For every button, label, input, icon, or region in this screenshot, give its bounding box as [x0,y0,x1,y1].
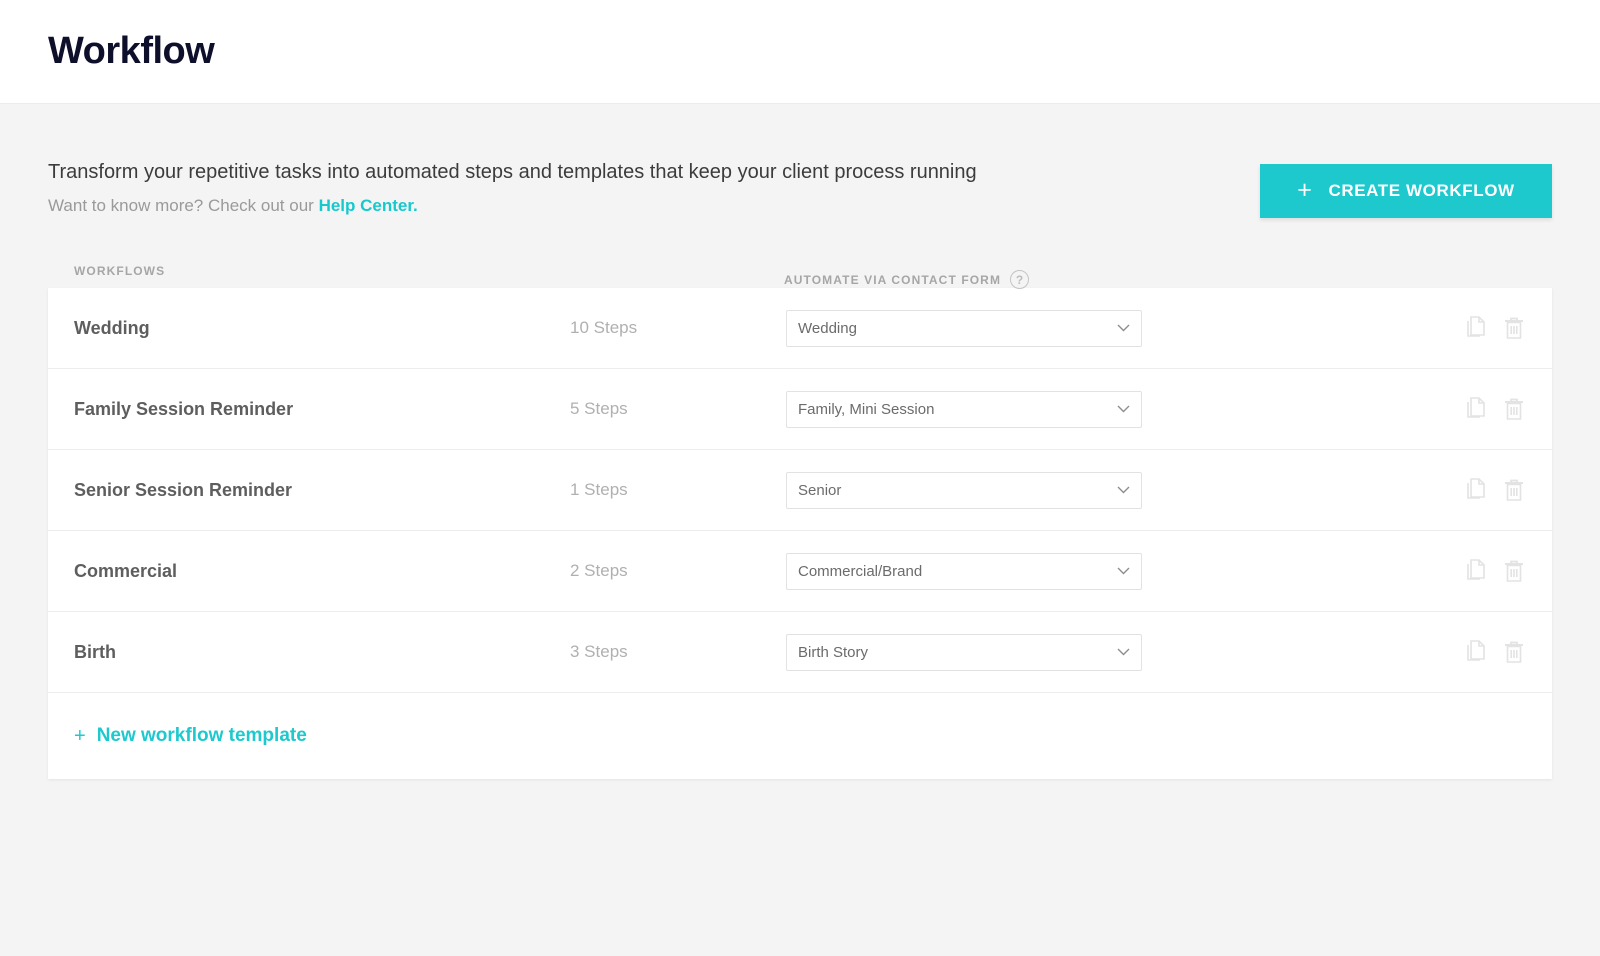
row-actions [1424,559,1524,583]
copy-icon[interactable] [1466,478,1487,502]
main-content: Transform your repetitive tasks into aut… [0,104,1600,779]
row-actions [1424,478,1524,502]
copy-icon[interactable] [1466,397,1487,421]
intro-subdescription-text: Want to know more? Check out our [48,196,319,215]
table-row[interactable]: Senior Session Reminder 1 Steps Senior [48,450,1552,531]
contact-form-select[interactable]: Commercial/Brand [786,552,1142,590]
contact-form-select-wrap: Family, Mini Session [786,390,1142,428]
workflow-steps-count: 5 Steps [570,399,628,418]
workflow-steps-count: 1 Steps [570,480,628,499]
workflows-card: Wedding 10 Steps Wedding Family Session … [48,288,1552,779]
trash-icon[interactable] [1504,640,1524,664]
column-header-automate: AUTOMATE VIA CONTACT FORM ? [784,270,1030,289]
new-template-row: + New workflow template [48,693,1552,779]
contact-form-select-wrap: Commercial/Brand [786,552,1142,590]
plus-icon: + [74,724,86,747]
table-column-headers: WORKFLOWS AUTOMATE VIA CONTACT FORM ? [48,254,1552,289]
trash-icon[interactable] [1504,316,1524,340]
table-row[interactable]: Birth 3 Steps Birth Story [48,612,1552,693]
contact-form-select[interactable]: Family, Mini Session [786,390,1142,428]
copy-icon[interactable] [1466,559,1487,583]
table-row[interactable]: Family Session Reminder 5 Steps Family, … [48,369,1552,450]
table-row[interactable]: Wedding 10 Steps Wedding [48,288,1552,369]
contact-form-select[interactable]: Senior [786,471,1142,509]
page-title: Workflow [48,30,215,72]
contact-form-cell: Commercial/Brand [786,552,1424,590]
row-actions [1424,640,1524,664]
create-workflow-button[interactable]: + CREATE WORKFLOW [1260,164,1552,218]
row-actions [1424,397,1524,421]
contact-form-cell: Senior [786,471,1424,509]
intro-text-block: Transform your repetitive tasks into aut… [48,158,977,217]
new-workflow-template-button[interactable]: + New workflow template [74,725,307,748]
intro-row: Transform your repetitive tasks into aut… [48,104,1552,218]
contact-form-select-wrap: Senior [786,471,1142,509]
contact-form-select[interactable]: Birth Story [786,633,1142,671]
trash-icon[interactable] [1504,397,1524,421]
help-center-link[interactable]: Help Center. [319,196,418,215]
intro-description: Transform your repetitive tasks into aut… [48,161,977,183]
workflow-name: Wedding [74,317,150,338]
contact-form-select[interactable]: Wedding [786,309,1142,347]
help-icon[interactable]: ? [1010,270,1030,289]
column-header-workflows: WORKFLOWS [74,264,166,278]
contact-form-cell: Family, Mini Session [786,390,1424,428]
plus-icon: + [1297,175,1313,204]
workflow-name: Commercial [74,560,178,581]
workflow-steps-count: 3 Steps [570,642,628,661]
workflow-name: Senior Session Reminder [74,479,293,500]
intro-subdescription: Want to know more? Check out our Help Ce… [48,195,977,217]
contact-form-select-wrap: Wedding [786,309,1142,347]
column-header-automate-label: AUTOMATE VIA CONTACT FORM [784,272,1002,287]
contact-form-select-wrap: Birth Story [786,633,1142,671]
create-workflow-button-label: CREATE WORKFLOW [1328,181,1515,200]
workflow-name: Birth [74,641,116,662]
row-actions [1424,316,1524,340]
copy-icon[interactable] [1466,640,1487,664]
workflow-steps-count: 10 Steps [570,318,638,337]
contact-form-cell: Wedding [786,309,1424,347]
trash-icon[interactable] [1504,559,1524,583]
contact-form-cell: Birth Story [786,633,1424,671]
table-row[interactable]: Commercial 2 Steps Commercial/Brand [48,531,1552,612]
new-workflow-template-label: New workflow template [96,725,307,746]
workflow-name: Family Session Reminder [74,398,294,419]
copy-icon[interactable] [1466,316,1487,340]
page-header: Workflow [0,0,1600,104]
workflow-steps-count: 2 Steps [570,561,628,580]
trash-icon[interactable] [1504,478,1524,502]
